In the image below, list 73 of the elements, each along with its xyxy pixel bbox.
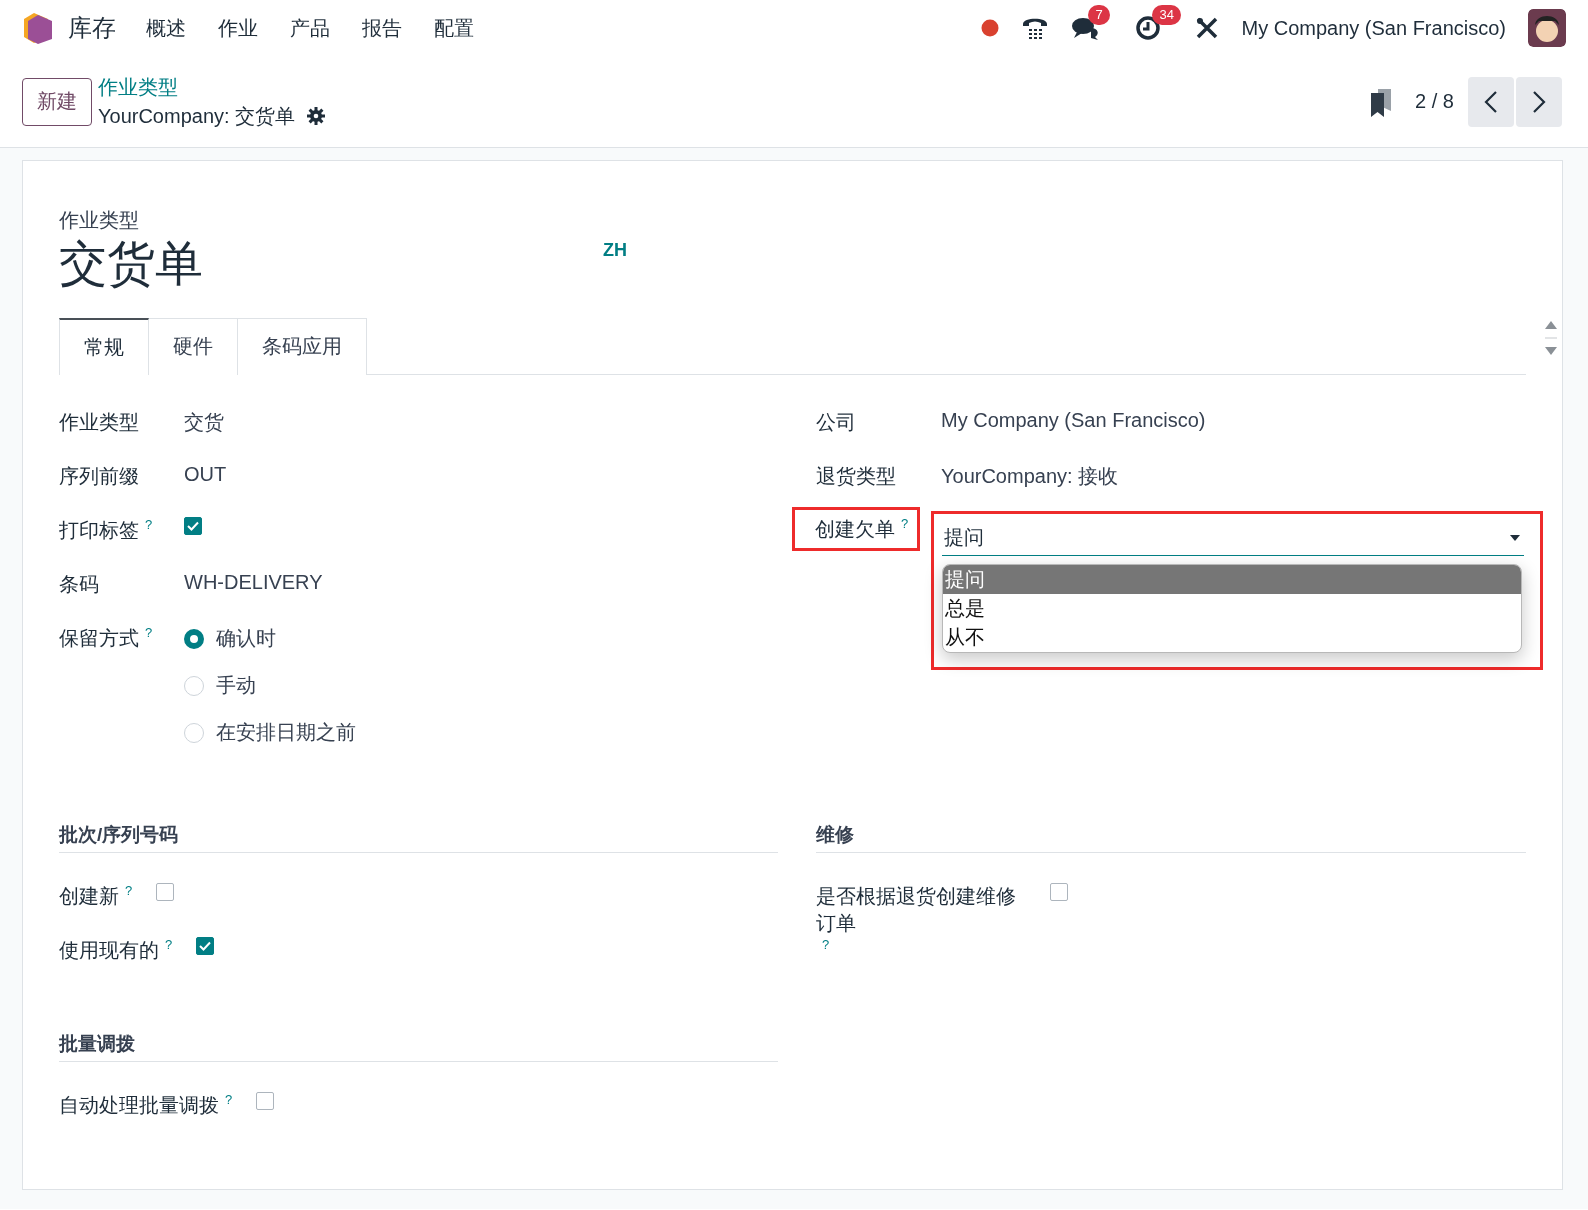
record-title: 交货单 [59,236,203,292]
section-title: 批次/序列号码 [59,822,778,853]
app-logo-icon[interactable] [22,11,54,45]
new-button[interactable]: 新建 [22,77,92,126]
help-mark[interactable]: ? [165,937,173,952]
checkbox[interactable] [196,937,215,955]
radio-label: 手动 [216,673,256,698]
radio-button[interactable] [184,628,204,649]
tab[interactable]: 硬件 [149,318,238,375]
help-mark[interactable]: ? [125,883,133,898]
app-name[interactable]: 库存 [68,12,116,44]
field-label: 作业类型 [59,410,140,435]
tab[interactable]: 条码应用 [238,318,367,375]
pager-value[interactable]: 2 / 8 [1415,90,1454,113]
field-label: 创建新 [59,884,119,909]
checkbox[interactable] [256,1092,275,1110]
section-title: 维修 [816,822,1526,853]
settings-icon[interactable] [307,107,326,125]
chevron-right-icon [1532,90,1546,113]
notification-badge: 7 [1088,5,1110,25]
field-label: 公司 [816,410,857,435]
menu-item[interactable]: 配置 [434,14,474,42]
help-mark[interactable]: ? [145,625,153,640]
help-mark[interactable]: ? [822,937,830,952]
select-field[interactable]: 提问 [942,518,1524,556]
company-switcher[interactable]: My Company (San Francisco) [1241,16,1506,40]
field-value: My Company (San Francisco) [941,409,1206,431]
breadcrumb-link[interactable]: 作业类型 [98,73,326,101]
checkmark-icon [199,941,212,951]
field-value: WH-DELIVERY [184,571,323,593]
dropdown-option[interactable]: 总是 [943,594,1521,623]
help-mark[interactable]: ? [901,516,909,531]
checkbox[interactable] [156,883,175,901]
radio-label: 在安排日期之前 [216,720,356,745]
next-button[interactable] [1516,76,1562,127]
checkbox[interactable] [1050,883,1068,901]
field-label: 序列前缀 [59,464,140,489]
bookmark-icon[interactable] [1369,86,1394,117]
field-value: YourCompany: 接收 [941,465,1119,487]
dropdown-caret-icon [1510,534,1520,541]
menu-item[interactable]: 概述 [146,14,186,42]
tab[interactable]: 常规 [59,318,149,375]
previous-button[interactable] [1468,76,1514,127]
avatar-icon[interactable] [1528,9,1566,47]
section-title: 批量调拨 [59,1031,778,1062]
field-label: 退货类型 [816,464,897,489]
checkmark-icon [187,521,199,531]
clock-icon[interactable] [1135,15,1162,41]
dropdown-option[interactable]: 提问 [943,565,1521,594]
notification-badge: 34 [1152,5,1181,25]
help-mark[interactable]: ? [225,1092,233,1107]
field-label: 创建欠单 [815,517,895,542]
field-label: 使用现有的 [59,938,159,963]
record-dot-icon[interactable] [981,19,1000,37]
help-mark[interactable]: ? [145,517,153,532]
menu-item[interactable]: 产品 [290,14,330,42]
checkbox[interactable] [184,517,202,535]
field-label: 打印标签 [59,518,139,543]
radio-label: 确认时 [216,626,276,651]
field-label: 条码 [59,572,100,597]
dropdown-option[interactable]: 从不 [943,623,1521,652]
field-label: 是否根据退货创建维修订单 [816,884,1017,936]
field-value: OUT [184,463,227,485]
form-subtitle: 作业类型 [59,208,140,233]
tools-icon[interactable] [1195,16,1220,40]
record-name: YourCompany: 交货单 [98,103,296,129]
menu-item[interactable]: 作业 [218,14,258,42]
field-label: 保留方式 [59,626,139,651]
field-value: 交货 [184,411,224,433]
field-label: 自动处理批量调拨 [59,1093,219,1118]
language-button[interactable]: ZH [603,240,627,261]
chevron-left-icon [1484,90,1498,113]
menu-item[interactable]: 报告 [362,14,402,42]
